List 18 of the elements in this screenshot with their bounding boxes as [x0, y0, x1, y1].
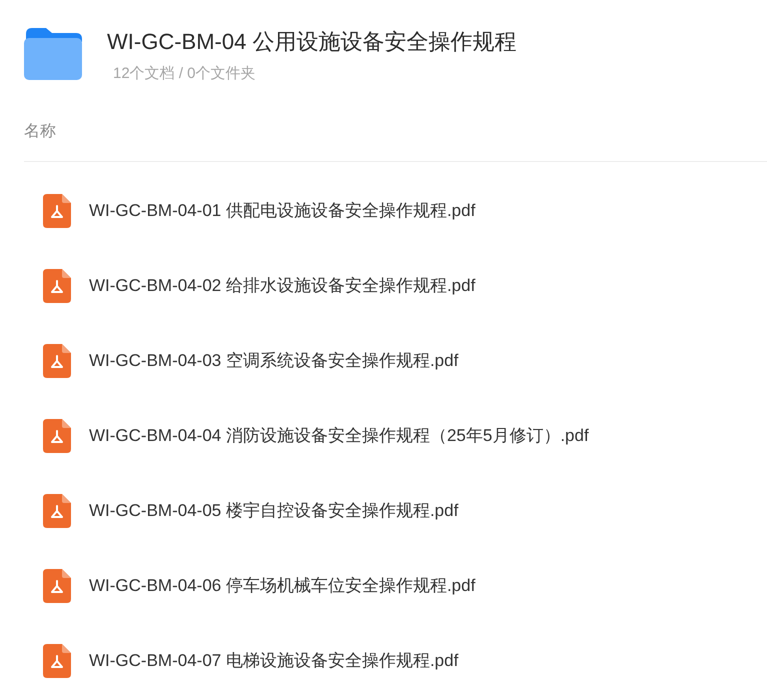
folder-icon: [24, 28, 82, 80]
file-name[interactable]: WI-GC-BM-04-06 停车场机械车位安全操作规程.pdf: [89, 574, 476, 597]
pdf-file-icon: [43, 644, 71, 678]
file-name[interactable]: WI-GC-BM-04-04 消防设施设备安全操作规程（25年5月修订）.pdf: [89, 424, 589, 447]
file-name[interactable]: WI-GC-BM-04-07 电梯设施设备安全操作规程.pdf: [89, 649, 458, 672]
folder-title: WI-GC-BM-04 公用设施设备安全操作规程: [107, 28, 516, 56]
folder-summary: 12个文档 / 0个文件夹: [113, 64, 257, 83]
pdf-file-icon: [43, 194, 71, 228]
pdf-file-icon: [43, 494, 71, 528]
column-header: 名称: [24, 122, 57, 142]
file-name[interactable]: WI-GC-BM-04-03 空调系统设备安全操作规程.pdf: [89, 349, 458, 372]
file-name[interactable]: WI-GC-BM-04-02 给排水设施设备安全操作规程.pdf: [89, 274, 476, 297]
pdf-file-icon: [43, 418, 71, 452]
pdf-file-icon: [43, 344, 71, 378]
file-name[interactable]: WI-GC-BM-04-01 供配电设施设备安全操作规程.pdf: [89, 199, 476, 222]
pdf-file-icon: [43, 268, 71, 302]
pdf-file-icon: [43, 568, 71, 602]
file-name[interactable]: WI-GC-BM-04-05 楼宇自控设备安全操作规程.pdf: [89, 499, 458, 522]
